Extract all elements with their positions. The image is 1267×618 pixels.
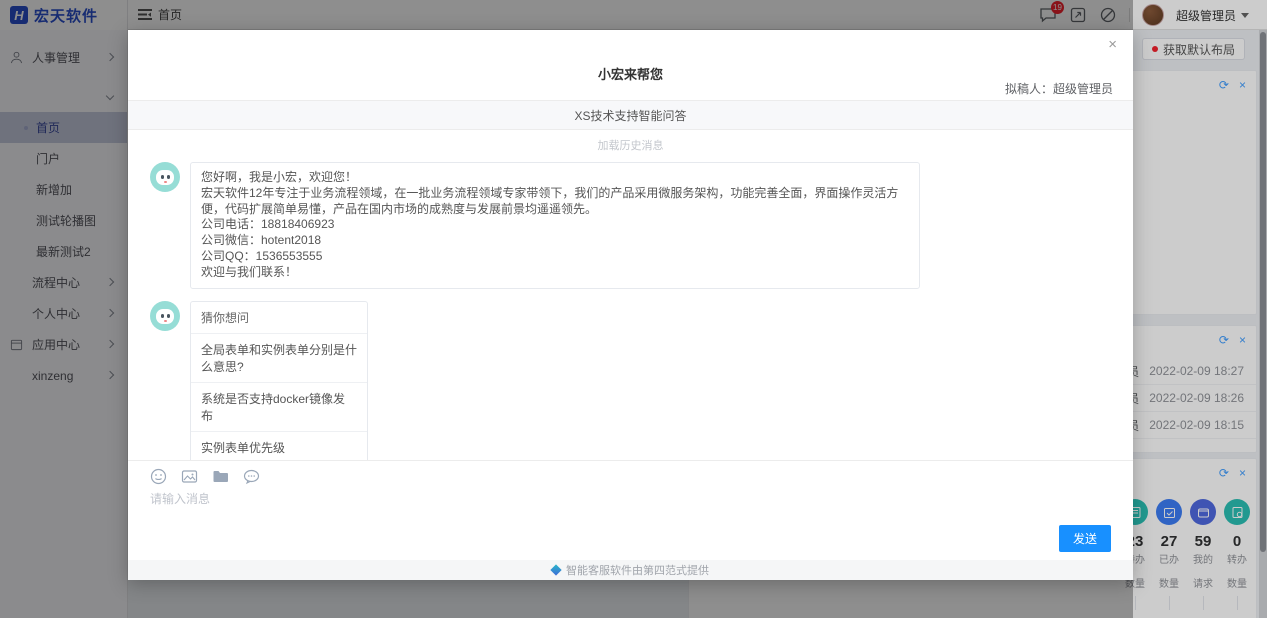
image-icon[interactable] — [181, 468, 198, 485]
bot-message: 猜你想问 全局表单和实例表单分别是什么意思? 系统是否支持docker镜像发布 … — [150, 300, 1111, 460]
footer-text: 智能客服软件由第四范式提供 — [566, 565, 709, 577]
question-item[interactable]: 实例表单优先级 — [191, 432, 367, 460]
greeting-line: 宏天软件12年专注于业务流程领域，在一批业务流程领域专家带领下，我们的产品采用微… — [201, 185, 899, 216]
chat-body: 加载历史消息 您好啊，我是小宏，欢迎您！ 宏天软件12年专注于业务流程领域，在一… — [150, 130, 1111, 460]
app-root: H 宏天软件 人事管理 首页 门户 新增加 测试轮播图 最新测试2 流程中心 个… — [0, 0, 1267, 618]
dialog-title: 小宏来帮您 — [597, 67, 663, 82]
question-item[interactable]: 全局表单和实例表单分别是什么意思? — [191, 334, 367, 383]
suggested-questions-card: 猜你想问 全局表单和实例表单分别是什么意思? 系统是否支持docker镜像发布 … — [190, 300, 368, 460]
bot-message: 您好啊，我是小宏，欢迎您！ 宏天软件12年专注于业务流程领域，在一批业务流程领域… — [150, 162, 1111, 289]
message-input[interactable]: 请输入消息 — [150, 490, 1111, 507]
greeting-line: 您好啊，我是小宏，欢迎您！ — [201, 170, 358, 184]
question-item[interactable]: 系统是否支持docker镜像发布 — [191, 383, 367, 432]
assistant-dialog: × 小宏来帮您 拟稿人：超级管理员 XS技术支持智能问答 加载历史消息 您好啊，… — [128, 30, 1133, 580]
greeting-line: 公司微信：hotent2018 — [201, 233, 322, 248]
drafter-label: 拟稿人：超级管理员 — [1004, 82, 1113, 96]
greeting-line: 欢迎与我们联系！ — [201, 264, 298, 279]
greeting-line: 公司QQ：1536553555 — [201, 249, 323, 264]
close-icon[interactable]: × — [1108, 36, 1117, 53]
input-toolbar — [150, 468, 1111, 485]
dialog-subtitle: XS技术支持智能问答 — [128, 100, 1133, 130]
bot-greeting-bubble: 您好啊，我是小宏，欢迎您！ 宏天软件12年专注于业务流程领域，在一批业务流程领域… — [190, 162, 920, 289]
vendor-logo-icon — [550, 564, 562, 576]
send-button[interactable]: 发送 — [1058, 525, 1111, 552]
load-history-link[interactable]: 加载历史消息 — [150, 137, 1111, 153]
folder-icon[interactable] — [212, 468, 229, 485]
questions-header: 猜你想问 — [191, 302, 367, 334]
emoji-icon[interactable] — [150, 468, 167, 485]
bot-avatar-icon — [150, 162, 180, 192]
comment-icon[interactable] — [243, 468, 260, 485]
dialog-footer: 智能客服软件由第四范式提供 — [128, 560, 1133, 580]
bot-avatar-icon — [150, 300, 180, 331]
greeting-line: 公司电话：18818406923 — [201, 217, 335, 232]
chat-input-area[interactable]: 请输入消息 — [128, 460, 1133, 560]
